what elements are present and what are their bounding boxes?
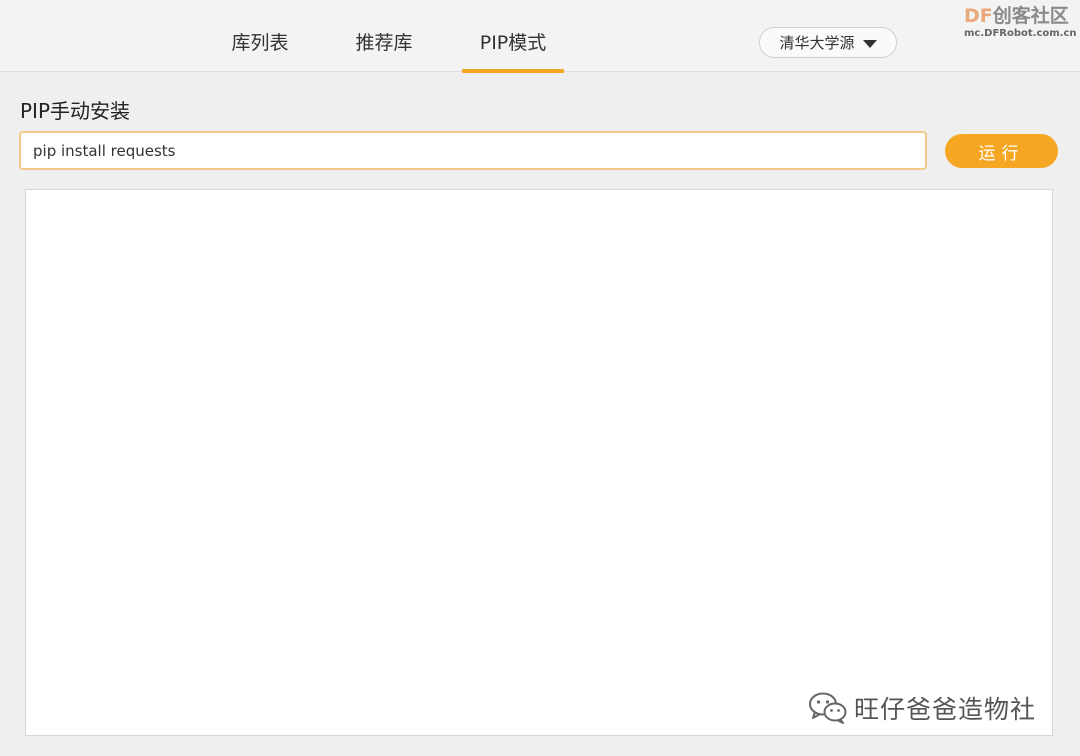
section-title: PIP手动安装 bbox=[20, 99, 131, 123]
run-button[interactable]: 运行 bbox=[945, 134, 1058, 168]
mirror-source-dropdown[interactable]: 清华大学源 bbox=[759, 27, 897, 58]
app-window: 库列表 推荐库 PIP模式 清华大学源 DF创客社区 mc.DFRobot.co… bbox=[0, 0, 1080, 756]
dfrobot-watermark-logo: DF创客社区 mc.DFRobot.com.cn bbox=[964, 4, 1077, 44]
watermark-brand: DF创客社区 bbox=[964, 5, 1069, 27]
tab-label: PIP模式 bbox=[479, 32, 547, 54]
tab-library-list[interactable]: 库列表 bbox=[210, 28, 310, 72]
mirror-source-value: 清华大学源 bbox=[779, 34, 855, 52]
watermark-site: mc.DFRobot.com.cn bbox=[964, 28, 1077, 39]
pip-command-input[interactable] bbox=[19, 131, 927, 170]
wechat-icon bbox=[809, 692, 847, 724]
output-console[interactable] bbox=[25, 189, 1053, 736]
tab-recommended-library[interactable]: 推荐库 bbox=[334, 28, 434, 72]
tab-label: 库列表 bbox=[231, 32, 289, 54]
tab-label: 推荐库 bbox=[355, 32, 413, 54]
caret-down-icon bbox=[862, 39, 877, 48]
wechat-watermark: 旺仔爸爸造物社 bbox=[808, 690, 1036, 726]
active-tab-indicator bbox=[462, 69, 564, 73]
top-navigation-bar: 库列表 推荐库 PIP模式 清华大学源 DF创客社区 mc.DFRobot.co… bbox=[0, 0, 1080, 73]
tab-pip-mode[interactable]: PIP模式 bbox=[462, 28, 564, 73]
wechat-account-name: 旺仔爸爸造物社 bbox=[854, 695, 1037, 724]
